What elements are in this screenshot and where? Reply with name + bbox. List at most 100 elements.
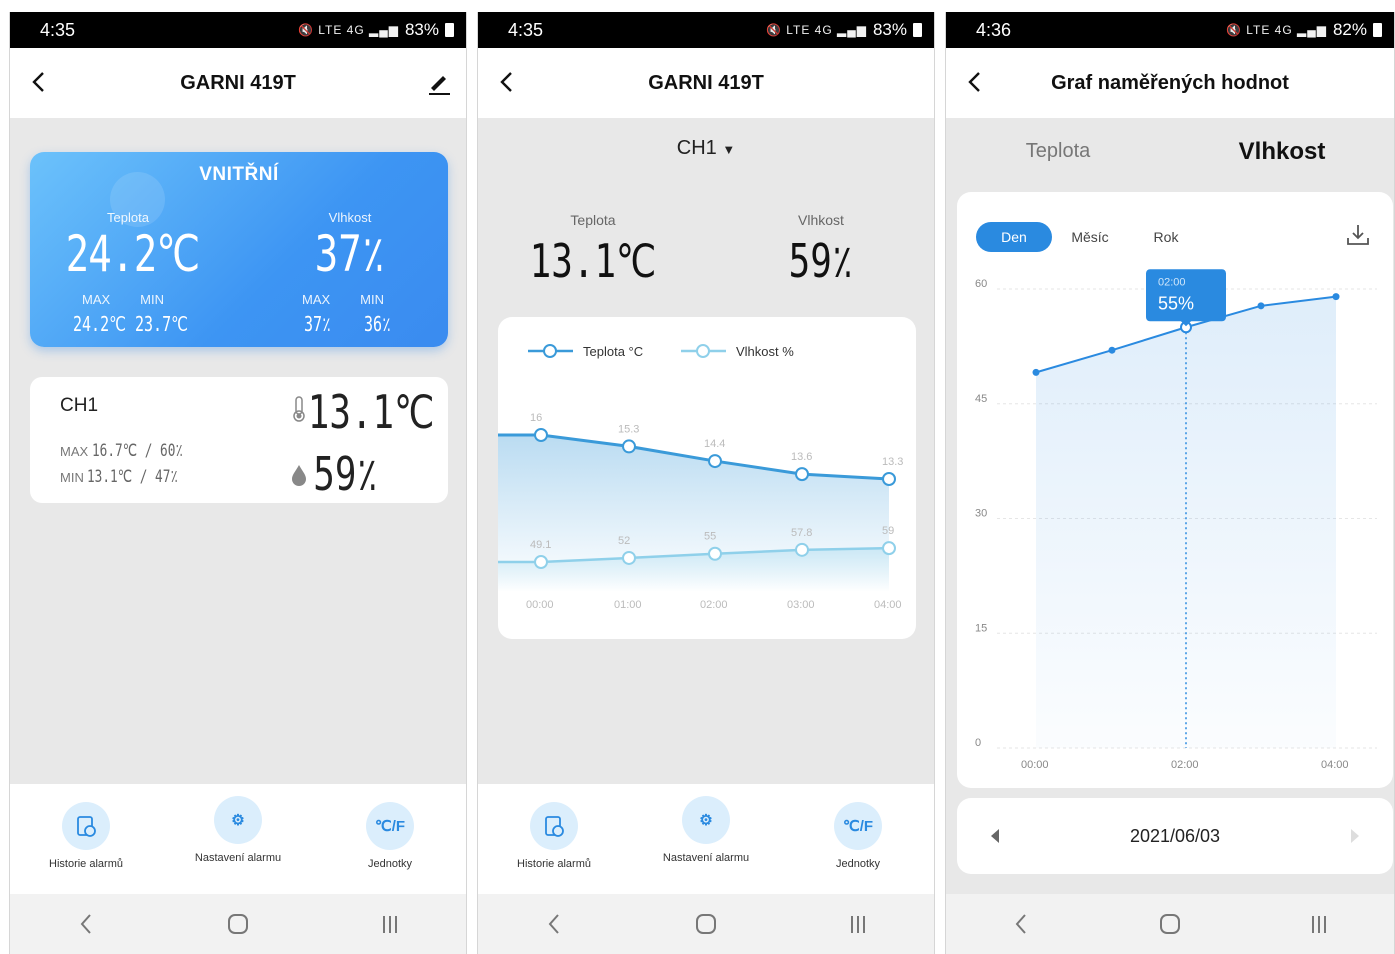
series-area — [1036, 296, 1336, 748]
hum-min-label: MIN — [360, 292, 385, 307]
legend-label: Teplota °C — [583, 344, 643, 359]
humidity-chart[interactable]: 0 15 30 45 60 02:00 55% 00:00 02:00 04:00 — [957, 192, 1393, 788]
temp-max-value: 24.2℃ — [73, 312, 126, 336]
data-label: 15.3 — [618, 423, 639, 435]
legend-marker — [696, 344, 710, 358]
data-point — [1182, 323, 1190, 331]
signal-icons: 🔇 LTE 4G ▂▄▆ — [765, 23, 867, 37]
status-bar: 4:35 🔇 LTE 4G ▂▄▆ 83% — [10, 12, 466, 48]
period-selector: Den Měsíc Rok — [976, 222, 1204, 252]
thermometer-icon — [293, 396, 305, 422]
data-point — [882, 541, 896, 556]
nav-back-icon[interactable] — [66, 904, 106, 944]
data-label: 13.3 — [882, 456, 903, 468]
download-icon[interactable] — [1345, 222, 1371, 248]
data-point — [622, 439, 636, 454]
indoor-card[interactable]: VNITŘNÍ Teplota 24.2℃ Vlhkost 37٪ MAX MI… — [30, 152, 448, 347]
tooltip-value: 55% — [1158, 293, 1194, 313]
tooltip-box — [1146, 269, 1226, 322]
alarm-history-button[interactable]: Historie alarmů — [26, 802, 146, 871]
status-time: 4:35 — [40, 19, 76, 40]
gear-icon: ⚙ — [682, 796, 730, 844]
legend-label: Vlhkost % — [736, 344, 794, 359]
gear-icon: ⚙ — [214, 796, 262, 844]
nav-back-icon[interactable] — [534, 904, 574, 944]
x-tick-label: 00:00 — [1021, 759, 1049, 771]
status-time: 4:35 — [508, 19, 544, 40]
alarm-history-button[interactable]: Historie alarmů — [494, 802, 614, 871]
date-navigator: 2021/06/03 — [957, 798, 1393, 874]
y-tick-label: 60 — [975, 278, 987, 290]
trend-chart-card: Teplota °C Vlhkost % 16 15.3 14.4 13.6 13.3 49.… — [498, 317, 916, 639]
screen-station-overview: 4:35 🔇 LTE 4G ▂▄▆ 83% GARNI 419T VNITŘNÍ… — [9, 12, 467, 954]
data-point — [534, 555, 548, 569]
indoor-temperature: Teplota 24.2℃ — [65, 210, 201, 283]
nav-recents-icon[interactable] — [838, 904, 878, 944]
battery-icon — [913, 23, 922, 37]
channel-temperature: Teplota 13.1℃ — [529, 212, 657, 288]
data-point — [795, 542, 809, 557]
back-arrow-icon[interactable] — [28, 70, 50, 94]
nav-home-icon[interactable] — [1150, 904, 1190, 944]
page-title: GARNI 419T — [648, 71, 764, 94]
nav-recents-icon[interactable] — [1299, 904, 1339, 944]
data-point — [708, 454, 722, 469]
channel-min-row: MIN 13.1℃ / 47٪ — [60, 467, 179, 487]
status-bar: 4:35 🔇 LTE 4G ▂▄▆ 83% — [478, 12, 934, 48]
period-day[interactable]: Den — [976, 222, 1052, 252]
trend-chart[interactable]: Teplota °C Vlhkost % 16 15.3 14.4 13.6 13.3 49.… — [498, 317, 916, 639]
alarm-settings-button[interactable]: ⚙ Nastavení alarmu — [178, 796, 298, 865]
status-bar: 4:36 🔇 LTE 4G ▂▄▆ 82% — [946, 12, 1394, 48]
y-tick-label: 45 — [975, 393, 987, 405]
period-year[interactable]: Rok — [1128, 222, 1204, 252]
data-label: 52 — [618, 535, 630, 547]
edit-pencil-icon[interactable] — [426, 70, 452, 96]
legend-marker — [543, 344, 557, 358]
units-button[interactable]: ℃/F Jednotky — [798, 802, 918, 871]
channel-temp-value: 13.1℃ — [307, 385, 434, 439]
app-bar: GARNI 419T — [478, 48, 934, 118]
channel-humidity: Vlhkost 59٪ — [788, 212, 854, 288]
tab-humidity[interactable]: Vlhkost — [1170, 118, 1394, 188]
hum-min-value: 36٪ — [364, 312, 392, 336]
data-point — [534, 428, 548, 442]
battery-icon — [1373, 23, 1382, 37]
nav-back-icon[interactable] — [1001, 904, 1041, 944]
period-month[interactable]: Měsíc — [1052, 222, 1128, 252]
prev-day-icon[interactable] — [987, 826, 1003, 846]
channel-dropdown[interactable]: CH1 ▼ — [478, 137, 934, 160]
current-date: 2021/06/03 — [1129, 825, 1221, 846]
data-point — [1332, 293, 1340, 301]
units-button[interactable]: ℃/F Jednotky — [330, 802, 450, 871]
alarm-history-icon — [530, 802, 578, 850]
data-point — [1032, 368, 1040, 376]
nav-home-icon[interactable] — [686, 904, 726, 944]
x-tick-label: 02:00 — [700, 599, 728, 611]
channel-card[interactable]: CH1 MAX 16.7℃ / 60٪ MIN 13.1℃ / 47٪ 13.1… — [30, 377, 448, 503]
screen-measurement-graph: 4:36 🔇 LTE 4G ▂▄▆ 82% Graf naměřených ho… — [945, 12, 1395, 954]
graph-card: Den Měsíc Rok 0 15 30 45 60 02:00 55% 00:00 02:0… — [957, 192, 1393, 788]
tooltip-pointer — [1180, 320, 1192, 327]
screen-channel-detail: 4:35 🔇 LTE 4G ▂▄▆ 83% GARNI 419T CH1 ▼ T… — [477, 12, 935, 954]
battery-icon — [445, 23, 454, 37]
alarm-settings-button[interactable]: ⚙ Nastavení alarmu — [646, 796, 766, 865]
back-arrow-icon[interactable] — [964, 70, 986, 94]
data-label: 49.1 — [530, 539, 551, 551]
data-point — [795, 467, 809, 482]
system-nav-bar — [10, 894, 466, 954]
tab-temperature[interactable]: Teplota — [946, 118, 1170, 188]
nav-recents-icon[interactable] — [370, 904, 410, 944]
data-point — [1257, 302, 1265, 310]
temp-min-label: MIN — [140, 292, 165, 307]
back-arrow-icon[interactable] — [496, 70, 518, 94]
nav-home-icon[interactable] — [218, 904, 258, 944]
next-day-icon[interactable] — [1347, 826, 1363, 846]
series-line — [1035, 295, 1337, 374]
temp-min-value: 23.7℃ — [135, 312, 188, 336]
temp-max-label: MAX — [82, 292, 111, 307]
y-tick-label: 30 — [975, 508, 987, 520]
app-bar: Graf naměřených hodnot — [946, 48, 1394, 118]
alarm-history-icon — [62, 802, 110, 850]
metric-tabs: Teplota Vlhkost — [946, 118, 1394, 188]
indoor-header: VNITŘNÍ — [199, 164, 279, 185]
